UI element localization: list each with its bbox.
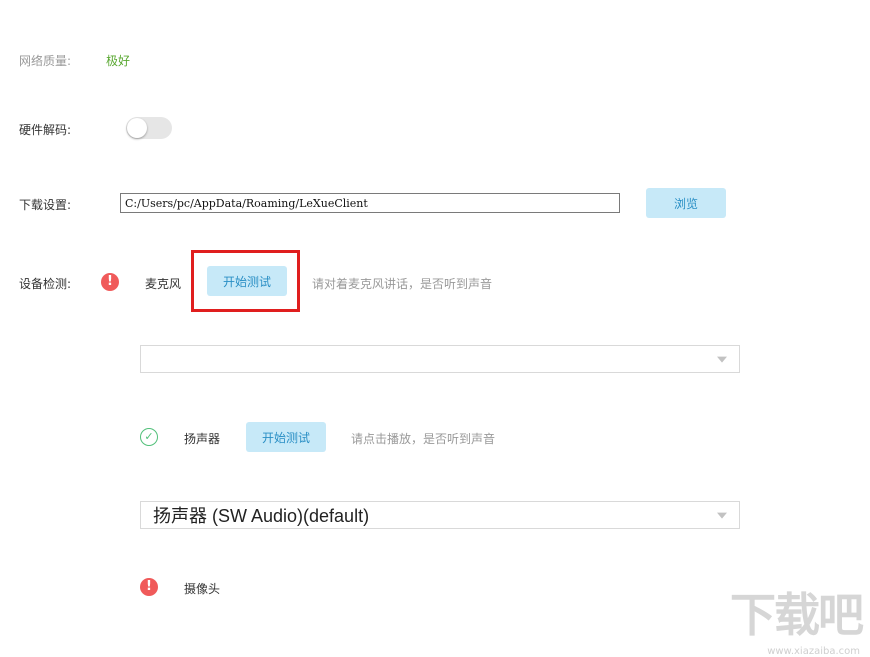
speaker-select[interactable]: 扬声器 (SW Audio)(default) xyxy=(140,501,740,529)
camera-label: 摄像头 xyxy=(184,582,221,596)
watermark-sub: www.xiazaiba.com xyxy=(767,646,860,657)
download-path-input[interactable] xyxy=(120,193,620,213)
chevron-down-icon xyxy=(717,512,727,519)
microphone-error-icon: ! xyxy=(101,273,119,291)
network-quality-value: 极好 xyxy=(106,54,131,68)
download-settings-label: 下载设置: xyxy=(19,198,72,212)
hardware-decode-toggle[interactable] xyxy=(126,117,172,139)
device-check-label: 设备检测: xyxy=(19,277,72,291)
speaker-ok-icon: ✓ xyxy=(140,428,158,446)
speaker-hint: 请点击播放，是否听到声音 xyxy=(351,432,496,446)
speaker-select-value: 扬声器 (SW Audio)(default) xyxy=(153,506,370,526)
toggle-knob xyxy=(127,118,147,138)
browse-button[interactable]: 浏览 xyxy=(646,188,726,218)
speaker-label: 扬声器 xyxy=(184,432,221,446)
camera-error-icon: ! xyxy=(140,578,158,596)
speaker-test-button[interactable]: 开始测试 xyxy=(246,422,326,452)
watermark-logo: 下载吧 www.xiazaiba.com xyxy=(730,579,864,657)
microphone-label: 麦克风 xyxy=(145,277,182,291)
chevron-down-icon xyxy=(717,356,727,363)
microphone-hint: 请对着麦克风讲话，是否听到声音 xyxy=(312,277,493,291)
highlight-box xyxy=(191,250,300,312)
microphone-select[interactable] xyxy=(140,345,740,373)
hardware-decode-label: 硬件解码: xyxy=(19,123,72,137)
watermark-text: 下载吧 xyxy=(730,588,864,642)
network-quality-label: 网络质量: xyxy=(19,54,72,68)
